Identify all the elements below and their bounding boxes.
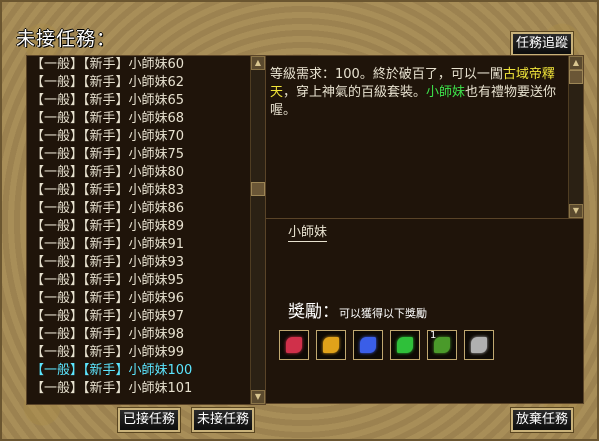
reward-title: 獎勵： xyxy=(288,302,339,322)
quest-list-item[interactable]: 【一般】【新手】小師妹96 xyxy=(27,290,265,308)
quest-list-item[interactable]: 【一般】【新手】小師妹75 xyxy=(27,146,265,164)
gold-scroll-icon xyxy=(323,337,339,353)
reward-item-slot[interactable] xyxy=(464,330,494,360)
reward-item-slot[interactable]: 1 xyxy=(427,330,457,360)
green-gem-icon xyxy=(397,337,413,353)
scroll-thumb[interactable] xyxy=(251,182,265,196)
quest-list-item[interactable]: 【一般】【新手】小師妹95 xyxy=(27,272,265,290)
scroll-down-arrow-icon[interactable]: ▼ xyxy=(569,204,583,218)
green-pod-icon xyxy=(434,337,450,353)
quest-list-item[interactable]: 【一般】【新手】小師妹99 xyxy=(27,344,265,362)
quest-list-item[interactable]: 【一般】【新手】小師妹62 xyxy=(27,74,265,92)
unaccepted-quests-button[interactable]: 未接任務 xyxy=(191,407,255,433)
quest-list-item[interactable]: 【一般】【新手】小師妹65 xyxy=(27,92,265,110)
quest-list-scrollbar[interactable]: ▲ ▼ xyxy=(250,56,265,404)
description-scrollbar[interactable]: ▲ ▼ xyxy=(568,56,583,218)
item-count: 1 xyxy=(430,330,437,341)
quest-list-item[interactable]: 【一般】【新手】小師妹97 xyxy=(27,308,265,326)
blue-crystal-icon xyxy=(360,337,376,353)
reward-item-slot[interactable] xyxy=(316,330,346,360)
reward-subtitle: 可以獲得以下獎勵 xyxy=(339,307,427,320)
npc-link[interactable]: 小師妹 xyxy=(288,225,328,242)
quest-list-item[interactable]: 【一般】【新手】小師妹68 xyxy=(27,110,265,128)
window-title: 未接任務： xyxy=(16,28,117,50)
quest-list-item[interactable]: 【一般】【新手】小師妹100 xyxy=(27,362,265,380)
quest-list-item[interactable]: 【一般】【新手】小師妹89 xyxy=(27,218,265,236)
scroll-thumb[interactable] xyxy=(569,70,583,84)
quest-list: 【一般】【新手】小師妹60 【一般】【新手】小師妹62 【一般】【新手】小師妹65 【… xyxy=(27,56,265,398)
quest-list-item[interactable]: 【一般】【新手】小師妹98 xyxy=(27,326,265,344)
reward-heading: 獎勵：可以獲得以下獎勵 xyxy=(288,297,427,322)
quest-list-panel: 【一般】【新手】小師妹60 【一般】【新手】小師妹62 【一般】【新手】小師妹65 【… xyxy=(26,55,266,405)
quest-track-button[interactable]: 任務追蹤 xyxy=(510,31,574,57)
scroll-up-arrow-icon[interactable]: ▲ xyxy=(569,56,583,70)
armor-icon xyxy=(471,337,487,353)
quest-list-item[interactable]: 【一般】【新手】小師妹101 xyxy=(27,380,265,398)
quest-list-item[interactable]: 【一般】【新手】小師妹60 xyxy=(27,56,265,74)
reward-item-slot[interactable] xyxy=(390,330,420,360)
abandon-quest-button[interactable]: 放棄任務 xyxy=(510,407,574,433)
scroll-up-arrow-icon[interactable]: ▲ xyxy=(251,56,265,70)
quest-window: 未接任務： 任務追蹤 【一般】【新手】小師妹60 【一般】【新手】小師妹62 【一般… xyxy=(0,0,599,441)
reward-item-slot[interactable] xyxy=(279,330,309,360)
quest-list-item[interactable]: 【一般】【新手】小師妹70 xyxy=(27,128,265,146)
quest-list-item[interactable]: 【一般】【新手】小師妹86 xyxy=(27,200,265,218)
red-gem-icon xyxy=(286,337,302,353)
description-text-part: ，穿上神氣的百級套裝。 xyxy=(283,85,427,100)
quest-description-text: 等級需求：100。終於破百了，可以一闖古域帝釋天，穿上神氣的百級套裝。小師妹也有… xyxy=(270,66,566,120)
quest-list-item[interactable]: 【一般】【新手】小師妹80 xyxy=(27,164,265,182)
description-text-part: 等級需求：100。終於破百了，可以一闖 xyxy=(270,67,503,82)
quest-list-item[interactable]: 【一般】【新手】小師妹91 xyxy=(27,236,265,254)
scroll-down-arrow-icon[interactable]: ▼ xyxy=(251,390,265,404)
reward-item-slot[interactable] xyxy=(353,330,383,360)
quest-list-item[interactable]: 【一般】【新手】小師妹83 xyxy=(27,182,265,200)
npc-name-highlight: 小師妹 xyxy=(426,85,466,100)
quest-detail-panel: 小師妹 獎勵：可以獲得以下獎勵 1 xyxy=(265,218,584,404)
quest-description-panel: 等級需求：100。終於破百了，可以一闖古域帝釋天，穿上神氣的百級套裝。小師妹也有… xyxy=(265,55,584,219)
quest-list-item[interactable]: 【一般】【新手】小師妹93 xyxy=(27,254,265,272)
accepted-quests-button[interactable]: 已接任務 xyxy=(117,407,181,433)
